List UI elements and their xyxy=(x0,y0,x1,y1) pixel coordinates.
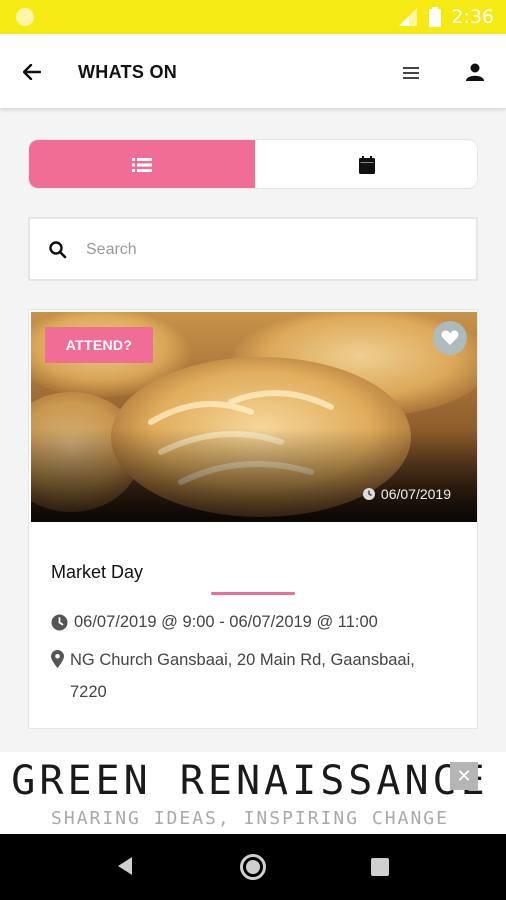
event-title[interactable]: Market Day xyxy=(51,562,143,583)
ad-tagline: SHARING IDEAS, INSPIRING CHANGE xyxy=(51,808,449,829)
search-input[interactable] xyxy=(86,232,466,268)
title-divider xyxy=(211,592,295,595)
app-bar: WHATS ON xyxy=(0,34,506,108)
calendar-view-tab[interactable] xyxy=(255,140,477,188)
arrow-left-icon xyxy=(23,64,41,80)
menu-button[interactable] xyxy=(398,60,424,86)
menu-lines-icon xyxy=(403,67,419,79)
person-icon xyxy=(466,63,484,81)
ad-title: GREEN RENAISSANCE xyxy=(11,758,489,804)
event-card[interactable]: ATTEND? 06/07/2019 Market Day 06/07/2019… xyxy=(28,309,478,729)
search-icon xyxy=(49,241,67,259)
ad-close-button[interactable]: ✕ xyxy=(450,762,478,790)
view-toggle xyxy=(28,139,478,189)
ad-banner[interactable]: GREEN RENAISSANCE SHARING IDEAS, INSPIRI… xyxy=(0,752,506,834)
clock-icon xyxy=(51,614,68,631)
image-date-text: 06/07/2019 xyxy=(380,486,451,502)
heart-icon xyxy=(441,330,459,345)
favorite-button[interactable] xyxy=(433,321,467,355)
attend-button[interactable]: ATTEND? xyxy=(45,327,153,363)
profile-button[interactable] xyxy=(462,59,488,85)
image-date: 06/07/2019 xyxy=(362,486,451,502)
clock-icon xyxy=(362,488,375,500)
status-bar: 2:36 xyxy=(0,0,506,34)
nav-recents-icon[interactable] xyxy=(371,858,389,876)
list-icon xyxy=(132,158,152,172)
event-location: NG Church Gansbaai, 20 Main Rd, Gaansbaa… xyxy=(51,644,451,708)
system-nav-bar xyxy=(0,834,506,900)
back-button[interactable] xyxy=(18,58,46,86)
event-location-text: NG Church Gansbaai, 20 Main Rd, Gaansbaa… xyxy=(70,651,415,701)
signal-icon xyxy=(399,8,418,26)
nav-home-icon[interactable] xyxy=(240,854,266,880)
event-image[interactable]: ATTEND? 06/07/2019 xyxy=(31,312,477,522)
map-pin-icon xyxy=(51,650,64,668)
search-box xyxy=(28,217,478,281)
status-time: 2:36 xyxy=(451,6,494,28)
calendar-icon xyxy=(359,156,375,174)
page-title: WHATS ON xyxy=(78,62,178,82)
status-indicators: 2:36 xyxy=(399,6,494,28)
event-datetime: 06/07/2019 @ 9:00 - 06/07/2019 @ 11:00 xyxy=(51,613,378,632)
list-view-tab[interactable] xyxy=(29,140,255,188)
event-datetime-text: 06/07/2019 @ 9:00 - 06/07/2019 @ 11:00 xyxy=(74,613,378,631)
nav-back-icon[interactable] xyxy=(116,856,134,876)
battery-icon xyxy=(429,7,442,27)
notification-icon xyxy=(16,8,34,26)
